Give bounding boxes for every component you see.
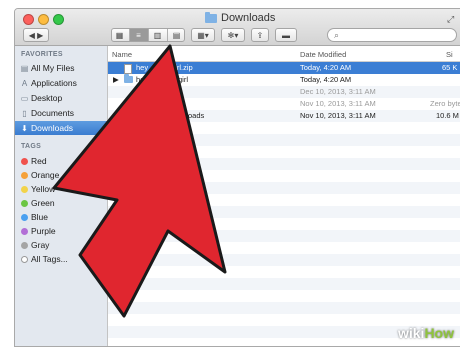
pointer-arrow-icon bbox=[52, 44, 227, 318]
wikihow-watermark: wikiHow bbox=[397, 325, 454, 341]
red-arrow-overlay bbox=[52, 44, 227, 318]
